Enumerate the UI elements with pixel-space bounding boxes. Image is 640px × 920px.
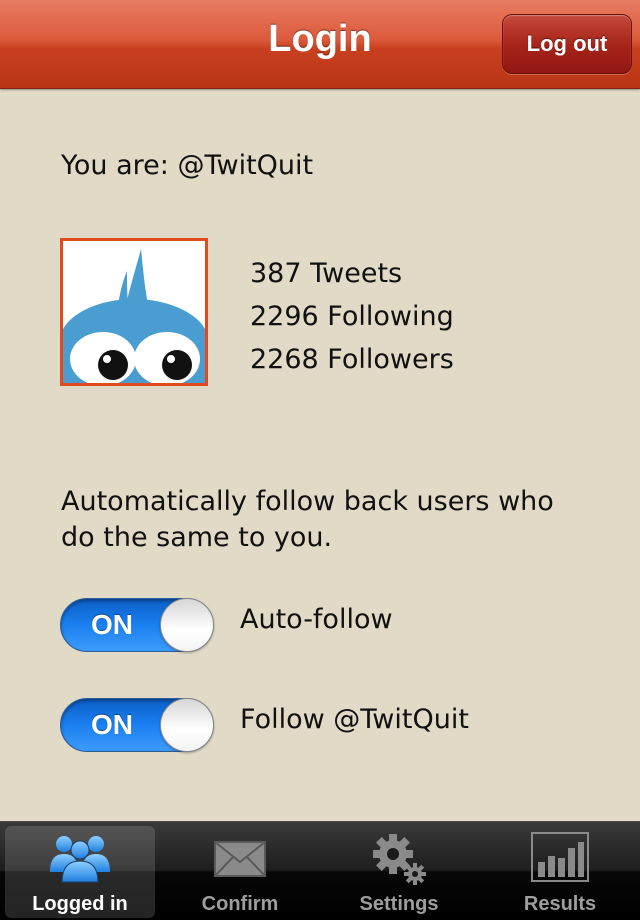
tab-label: Results: [523, 893, 597, 915]
follow-twitquit-row: ON Follow @TwitQuit: [60, 698, 620, 752]
users-icon: [48, 832, 112, 888]
bird-avatar-image: [63, 241, 205, 383]
auto-follow-row: ON Auto-follow: [60, 598, 620, 652]
toggle-state-label: ON: [91, 609, 133, 640]
tab-label: Settings: [359, 893, 439, 915]
tweets-count: 387 Tweets: [250, 258, 403, 289]
tab-confirm[interactable]: Confirm: [165, 826, 315, 918]
account-stats: 387 Tweets 2296 Following 2268 Followers: [250, 252, 454, 381]
toggle-knob[interactable]: [160, 698, 214, 752]
gears-icon: [369, 832, 429, 890]
current-user-label: You are: @TwitQuit: [61, 150, 314, 181]
auto-follow-label: Auto-follow: [240, 604, 393, 635]
auto-follow-description: Automatically follow back users who do t…: [61, 486, 554, 553]
tab-label: Confirm: [201, 893, 279, 915]
following-count: 2296 Following: [250, 301, 454, 332]
followers-count: 2268 Followers: [250, 344, 454, 375]
tab-settings[interactable]: Settings: [324, 826, 474, 918]
logout-button[interactable]: Log out: [502, 14, 632, 74]
tab-bar: Logged in Confirm Settings Results: [0, 821, 640, 920]
toggle-knob[interactable]: [160, 598, 214, 652]
toggle-state-label: ON: [91, 709, 133, 740]
follow-twitquit-toggle[interactable]: ON: [60, 698, 214, 752]
avatar: [60, 238, 208, 386]
envelope-icon: [213, 832, 267, 884]
navigation-bar: Login Log out: [0, 0, 640, 89]
tab-results[interactable]: Results: [485, 826, 635, 918]
tab-label: Logged in: [32, 893, 128, 915]
follow-twitquit-label: Follow @TwitQuit: [240, 704, 469, 735]
auto-follow-toggle[interactable]: ON: [60, 598, 214, 652]
tab-logged-in[interactable]: Logged in: [5, 826, 155, 918]
bar-chart-icon: [531, 832, 589, 886]
